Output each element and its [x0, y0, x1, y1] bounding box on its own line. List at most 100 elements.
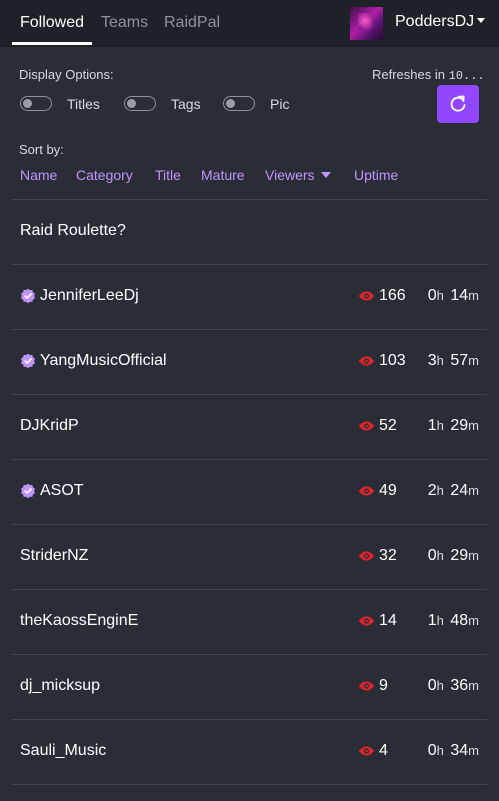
uptime-hours: 0 — [427, 547, 437, 564]
stream-row[interactable]: dj_micksup 9 0h 36m — [12, 655, 487, 719]
minutes-unit: m — [468, 613, 479, 628]
eye-icon — [358, 746, 375, 756]
hours-unit: h — [436, 743, 444, 758]
verified-badge-icon — [21, 353, 35, 369]
uptime: 0h 36m — [428, 677, 479, 695]
pic-toggle[interactable] — [223, 96, 255, 111]
verified-badge-icon — [21, 288, 35, 304]
stream-name: theKaossEnginE — [20, 612, 139, 629]
uptime-hours: 1 — [427, 612, 437, 629]
viewer-count: 103 — [379, 352, 406, 369]
viewer-count: 49 — [379, 482, 397, 499]
user-menu[interactable]: PoddersDJ — [395, 13, 486, 31]
sort-name[interactable]: Name — [20, 167, 57, 183]
uptime-minutes: 48 — [450, 612, 469, 629]
tab-followed[interactable]: Followed — [20, 14, 84, 32]
eye-icon — [358, 291, 375, 301]
sort-title[interactable]: Title — [155, 167, 181, 183]
uptime-minutes: 57 — [450, 352, 469, 369]
hours-unit: h — [436, 288, 444, 303]
uptime-hours: 0 — [427, 677, 437, 694]
uptime-hours: 3 — [427, 352, 437, 369]
uptime: 1h 29m — [428, 417, 479, 435]
sort-mature[interactable]: Mature — [201, 167, 245, 183]
viewer-count: 4 — [379, 742, 388, 759]
tags-toggle-label: Tags — [171, 96, 201, 112]
eye-icon — [358, 421, 375, 431]
hours-unit: h — [436, 353, 444, 368]
tags-toggle[interactable] — [124, 96, 156, 111]
stream-name: dj_micksup — [20, 677, 101, 694]
stream-name: YangMusicOfficial — [40, 352, 167, 369]
sort-category[interactable]: Category — [76, 167, 133, 183]
uptime-minutes: 29 — [450, 547, 469, 564]
chevron-down-icon — [477, 18, 486, 23]
raid-roulette-row[interactable]: Raid Roulette? — [12, 200, 487, 264]
minutes-unit: m — [468, 288, 479, 303]
minutes-unit: m — [468, 743, 479, 758]
viewer-count: 14 — [379, 612, 397, 629]
stream-row[interactable]: Sauli_Music 4 0h 34m — [12, 720, 487, 784]
hours-unit: h — [436, 418, 444, 433]
sort-uptime[interactable]: Uptime — [354, 167, 398, 183]
uptime-hours: 1 — [427, 417, 437, 434]
viewer-count: 9 — [379, 677, 388, 694]
raid-roulette-label: Raid Roulette? — [20, 222, 126, 239]
stream-row[interactable]: StriderNZ 32 0h 29m — [12, 525, 487, 589]
refresh-prefix: Refreshes in — [372, 67, 445, 82]
stream-name: ASOT — [40, 482, 84, 499]
refresh-countdown: Refreshes in 10... — [372, 67, 485, 83]
uptime-hours: 2 — [427, 482, 437, 499]
stream-row[interactable]: ASOT 49 2h 24m — [12, 460, 487, 524]
stream-row[interactable]: DJKridP 52 1h 29m — [12, 395, 487, 459]
minutes-unit: m — [468, 353, 479, 368]
active-tab-indicator — [12, 42, 92, 45]
minutes-unit: m — [468, 418, 479, 433]
eye-icon — [358, 551, 375, 561]
sort-by-label: Sort by: — [19, 142, 64, 157]
titles-toggle-label: Titles — [67, 96, 100, 112]
uptime: 0h 29m — [428, 547, 479, 565]
minutes-unit: m — [468, 483, 479, 498]
stream-row[interactable]: YangMusicOfficial 103 3h 57m — [12, 330, 487, 394]
stream-name: JenniferLeeDj — [40, 287, 139, 304]
avatar[interactable] — [350, 7, 383, 40]
uptime: 0h 34m — [428, 742, 479, 760]
uptime: 0h 14m — [428, 287, 479, 305]
tab-raidpal[interactable]: RaidPal — [164, 14, 220, 32]
titles-toggle[interactable] — [20, 96, 52, 111]
sort-viewers-label: Viewers — [265, 167, 315, 183]
viewer-count: 52 — [379, 417, 397, 434]
refresh-value: 10... — [448, 69, 485, 83]
stream-name: Sauli_Music — [20, 742, 107, 759]
uptime: 2h 24m — [428, 482, 479, 500]
display-options-label: Display Options: — [19, 67, 114, 82]
stream-row[interactable]: JenniferLeeDj 166 0h 14m — [12, 265, 487, 329]
refresh-icon — [450, 95, 466, 112]
uptime-minutes: 14 — [450, 287, 469, 304]
username: PoddersDJ — [395, 13, 475, 30]
sort-viewers[interactable]: Viewers — [265, 167, 331, 183]
sort-desc-caret-icon — [320, 172, 331, 178]
refresh-button[interactable] — [437, 85, 479, 123]
viewer-count: 166 — [379, 287, 406, 304]
hours-unit: h — [436, 483, 444, 498]
pic-toggle-label: Pic — [270, 96, 290, 112]
eye-icon — [358, 681, 375, 691]
uptime-hours: 0 — [427, 742, 437, 759]
viewer-count: 32 — [379, 547, 397, 564]
uptime-minutes: 34 — [450, 742, 469, 759]
divider — [12, 784, 487, 785]
uptime: 3h 57m — [428, 352, 479, 370]
stream-row[interactable]: theKaossEnginE 14 1h 48m — [12, 590, 487, 654]
uptime-minutes: 29 — [450, 417, 469, 434]
minutes-unit: m — [468, 678, 479, 693]
uptime-hours: 0 — [427, 287, 437, 304]
minutes-unit: m — [468, 548, 479, 563]
uptime: 1h 48m — [428, 612, 479, 630]
tab-teams[interactable]: Teams — [101, 14, 148, 32]
eye-icon — [358, 616, 375, 626]
eye-icon — [358, 486, 375, 496]
hours-unit: h — [436, 613, 444, 628]
verified-badge-icon — [21, 483, 35, 499]
